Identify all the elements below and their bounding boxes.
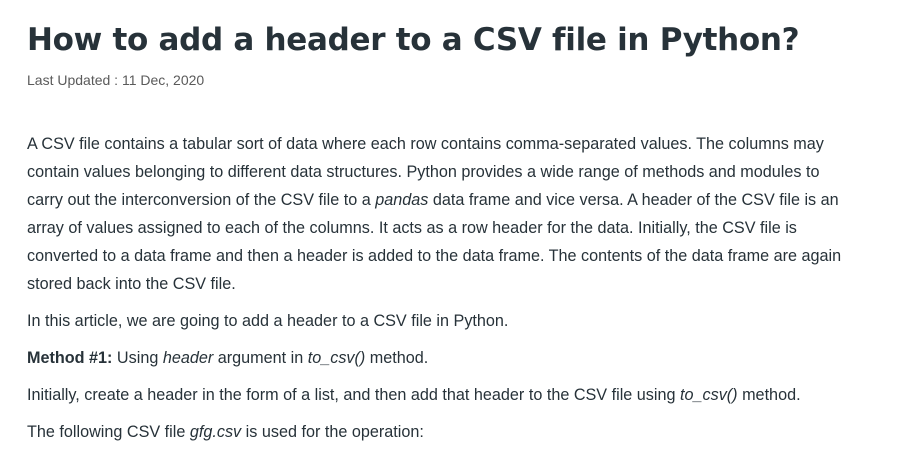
last-updated-date: Last Updated : 11 Dec, 2020: [27, 72, 205, 88]
instruction-text-part1: Initially, create a header in the form o…: [27, 386, 680, 404]
pandas-term: pandas: [375, 191, 429, 209]
method-1-label: Method #1:: [27, 349, 113, 367]
method-1-paragraph: Method #1: Using header argument in to_c…: [27, 344, 857, 372]
header-term: header: [162, 349, 214, 367]
method-1-text-part1: Using: [112, 349, 163, 367]
csv-file-text-part1: The following CSV file: [27, 423, 190, 441]
csv-file-paragraph: The following CSV file gfg.csv is used f…: [27, 418, 857, 446]
article-scope-paragraph: In this article, we are going to add a h…: [27, 312, 509, 330]
csv-filename: gfg.csv: [189, 423, 242, 441]
instruction-text-part2: method.: [737, 386, 801, 404]
article-title: How to add a header to a CSV file in Pyt…: [27, 22, 800, 58]
article-body: A CSV file contains a tabular sort of da…: [27, 130, 857, 446]
article: How to add a header to a CSV file in Pyt…: [27, 0, 857, 455]
method-1-text-part2: argument in: [213, 349, 308, 367]
intro-paragraph: A CSV file contains a tabular sort of da…: [27, 130, 857, 298]
csv-file-text-part2: is used for the operation:: [241, 423, 424, 441]
method-1-text-part3: method.: [365, 349, 429, 367]
instruction-paragraph: Initially, create a header in the form o…: [27, 381, 857, 409]
to-csv-term: to_csv(): [680, 386, 738, 404]
to-csv-term: to_csv(): [307, 349, 366, 367]
